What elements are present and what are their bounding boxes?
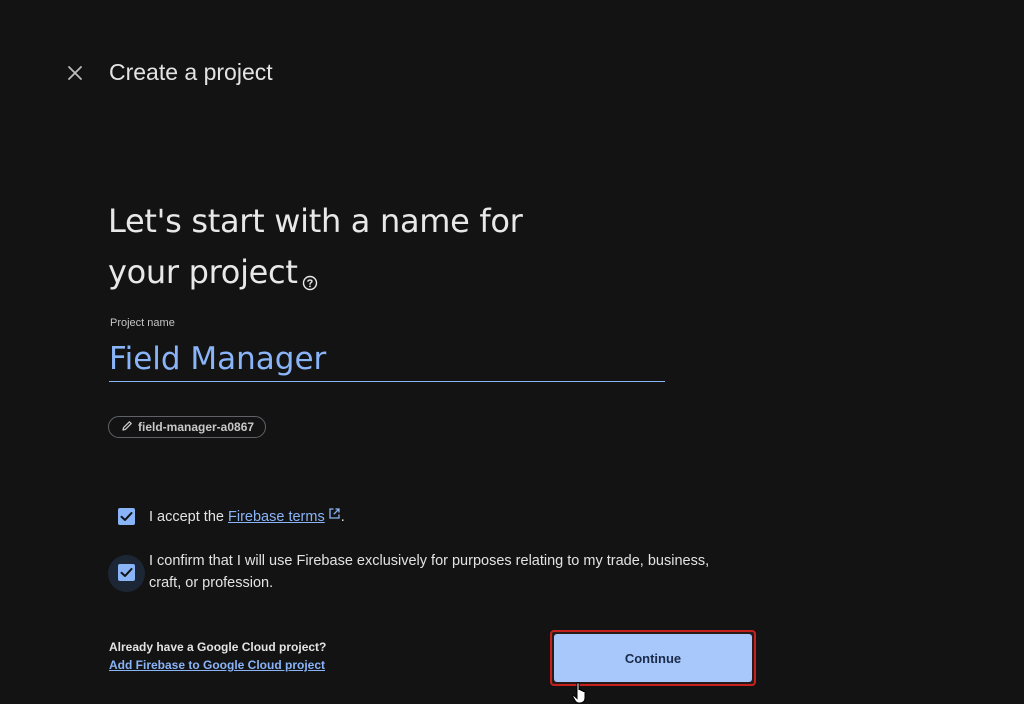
project-id-text: field-manager-a0867 (138, 420, 255, 434)
help-circle-icon[interactable] (302, 255, 318, 291)
add-firebase-link[interactable]: Add Firebase to Google Cloud project (109, 658, 325, 672)
accept-terms-text: I accept the Firebase terms . (149, 506, 345, 528)
main-heading: Let's start with a name for your project (108, 196, 568, 298)
heading-line-2-text: your project (108, 253, 298, 291)
project-name-input[interactable] (109, 336, 665, 382)
project-name-label: Project name (110, 317, 175, 329)
page-title: Create a project (109, 59, 273, 85)
project-id-chip[interactable]: field-manager-a0867 (108, 416, 267, 438)
accept-prefix: I accept the (149, 509, 228, 525)
close-icon[interactable] (64, 62, 86, 84)
confirm-use-text: I confirm that I will use Firebase exclu… (149, 553, 710, 591)
confirm-use-checkbox[interactable] (118, 564, 135, 581)
external-link-icon (328, 505, 341, 527)
firebase-terms-link[interactable]: Firebase terms (228, 509, 325, 525)
heading-line-1: Let's start with a name for (108, 202, 523, 240)
heading-line-2: your project (108, 247, 568, 298)
accept-suffix: . (340, 509, 345, 525)
continue-button[interactable]: Continue (554, 634, 752, 682)
already-have-project-text: Already have a Google Cloud project? (109, 640, 327, 654)
checkmark-icon (120, 512, 133, 521)
pencil-icon (121, 420, 133, 435)
create-project-page: Create a project Let's start with a name… (0, 0, 1024, 704)
hand-pointer-icon (572, 682, 588, 704)
accept-terms-checkbox[interactable] (118, 508, 135, 525)
checkmark-icon (120, 568, 133, 577)
